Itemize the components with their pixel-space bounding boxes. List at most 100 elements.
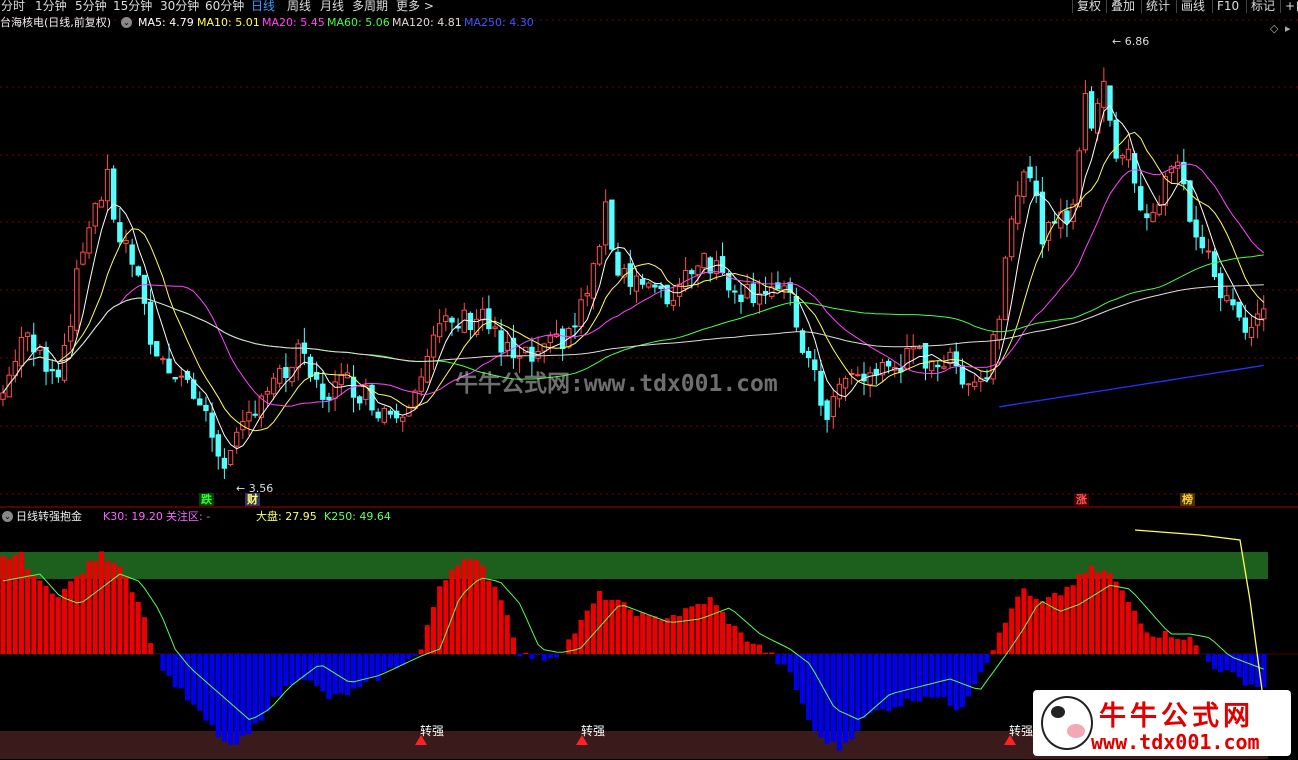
negative-bar — [240, 654, 246, 736]
candle-body — [615, 251, 621, 276]
positive-bar — [707, 597, 713, 654]
candle-body — [227, 449, 234, 466]
negative-bar — [873, 654, 879, 711]
positive-bar — [49, 593, 55, 654]
candle-body — [904, 347, 910, 370]
negative-bar — [904, 654, 910, 699]
positive-bar — [1070, 585, 1076, 654]
period-tab-10[interactable]: 更多 > — [396, 0, 434, 13]
positive-bar — [1132, 610, 1138, 654]
negative-bar — [375, 654, 381, 681]
candle-body — [74, 268, 80, 331]
period-tab-6[interactable]: 日线 — [251, 0, 275, 13]
candle-body — [400, 416, 406, 422]
dropdown-icon[interactable]: ⌄ — [121, 17, 132, 28]
dropdown-icon[interactable]: ⌄ — [2, 511, 13, 522]
candle-body — [277, 367, 283, 384]
positive-bar — [1082, 573, 1088, 654]
candle-body — [590, 263, 597, 299]
positive-bar — [658, 620, 664, 654]
candle-body — [104, 168, 111, 202]
signal-label: 转强 — [581, 723, 605, 738]
positive-bar — [584, 610, 590, 654]
negative-bar — [535, 654, 541, 655]
toolbar-edge-button[interactable]: +自 — [1280, 0, 1298, 13]
candle-body — [449, 317, 455, 323]
positive-bar — [1125, 601, 1131, 654]
event-marker[interactable]: 涨 — [1074, 493, 1089, 506]
event-marker[interactable]: 榜 — [1180, 493, 1195, 506]
event-marker[interactable]: 跌 — [199, 493, 214, 506]
positive-bar — [1052, 592, 1058, 654]
period-tab-5[interactable]: 60分钟 — [205, 0, 244, 13]
ma-legend-item: MA20: 5.45 — [262, 17, 325, 29]
period-tab-3[interactable]: 15分钟 — [113, 0, 152, 13]
negative-bar — [387, 654, 393, 669]
toolbar-button-5[interactable]: 标记 — [1246, 0, 1275, 13]
negative-bar — [1218, 654, 1224, 672]
ma-legend-item: MA60: 5.06 — [327, 17, 390, 29]
candle-body — [836, 383, 843, 400]
negative-bar — [191, 654, 197, 705]
negative-bar — [203, 654, 209, 721]
candle-body — [1002, 257, 1009, 321]
positive-bar — [111, 563, 117, 654]
sub-legend-value: 27.95 — [285, 510, 317, 523]
candle-body — [1156, 204, 1162, 215]
period-tab-7[interactable]: 周线 — [287, 0, 311, 13]
positive-bar — [1064, 587, 1070, 654]
candle-body — [578, 299, 584, 328]
positive-bar — [1193, 645, 1199, 654]
negative-bar — [818, 654, 824, 738]
candle-body — [910, 346, 916, 350]
ma-legend-label: MA250: — [464, 16, 510, 29]
candle-body — [375, 411, 381, 419]
positive-bar — [664, 618, 670, 654]
negative-bar — [215, 654, 221, 738]
positive-bar — [1076, 574, 1082, 654]
toolbar-button-2[interactable]: 统计 — [1141, 0, 1170, 13]
positive-bar — [117, 566, 123, 654]
event-marker[interactable]: 财 — [245, 493, 260, 506]
negative-bar — [264, 654, 270, 712]
negative-bar — [929, 654, 935, 698]
negative-bar — [867, 654, 873, 714]
negative-bar — [978, 654, 984, 673]
candle-body — [338, 373, 344, 386]
ma-legend-label: MA120: — [392, 16, 438, 29]
candle-body — [147, 301, 154, 345]
candle-body — [172, 377, 178, 380]
candle-body — [818, 370, 824, 406]
positive-bar — [683, 608, 689, 654]
toolbar-button-4[interactable]: F10 — [1212, 0, 1239, 13]
candle-body — [1236, 301, 1242, 318]
candle-body — [812, 359, 818, 371]
period-tab-9[interactable]: 多周期 — [352, 0, 388, 13]
negative-bar — [283, 654, 289, 687]
period-tab-0[interactable]: 分时 — [1, 0, 25, 13]
candle-body — [695, 265, 701, 276]
period-tab-2[interactable]: 5分钟 — [75, 0, 107, 13]
toolbar-button-0[interactable]: 复权 — [1072, 0, 1101, 13]
candle-body — [941, 366, 947, 369]
candle-body — [166, 358, 172, 374]
candle-body — [1205, 250, 1212, 253]
negative-bar — [381, 654, 387, 672]
candle-body — [0, 392, 6, 400]
candle-body — [178, 375, 185, 378]
candle-body — [1021, 171, 1027, 198]
logo-url: www.tdx001.com — [1091, 730, 1260, 754]
toolbar-button-3[interactable]: 画线 — [1176, 0, 1205, 13]
period-tab-8[interactable]: 月线 — [320, 0, 344, 13]
negative-bar — [849, 654, 855, 740]
positive-bar — [86, 561, 92, 654]
positive-bar — [0, 556, 6, 654]
period-tab-1[interactable]: 1分钟 — [35, 0, 67, 13]
positive-bar — [55, 597, 61, 654]
candle-body — [646, 282, 652, 288]
period-tab-4[interactable]: 30分钟 — [160, 0, 199, 13]
main-legend: 台海核电(日线,前复权) ⌄ MA5: 4.79 MA10: 5.01 MA20: … — [0, 17, 600, 31]
positive-bar — [1021, 588, 1027, 654]
candle-body — [129, 244, 135, 265]
toolbar-button-1[interactable]: 叠加 — [1106, 0, 1135, 13]
